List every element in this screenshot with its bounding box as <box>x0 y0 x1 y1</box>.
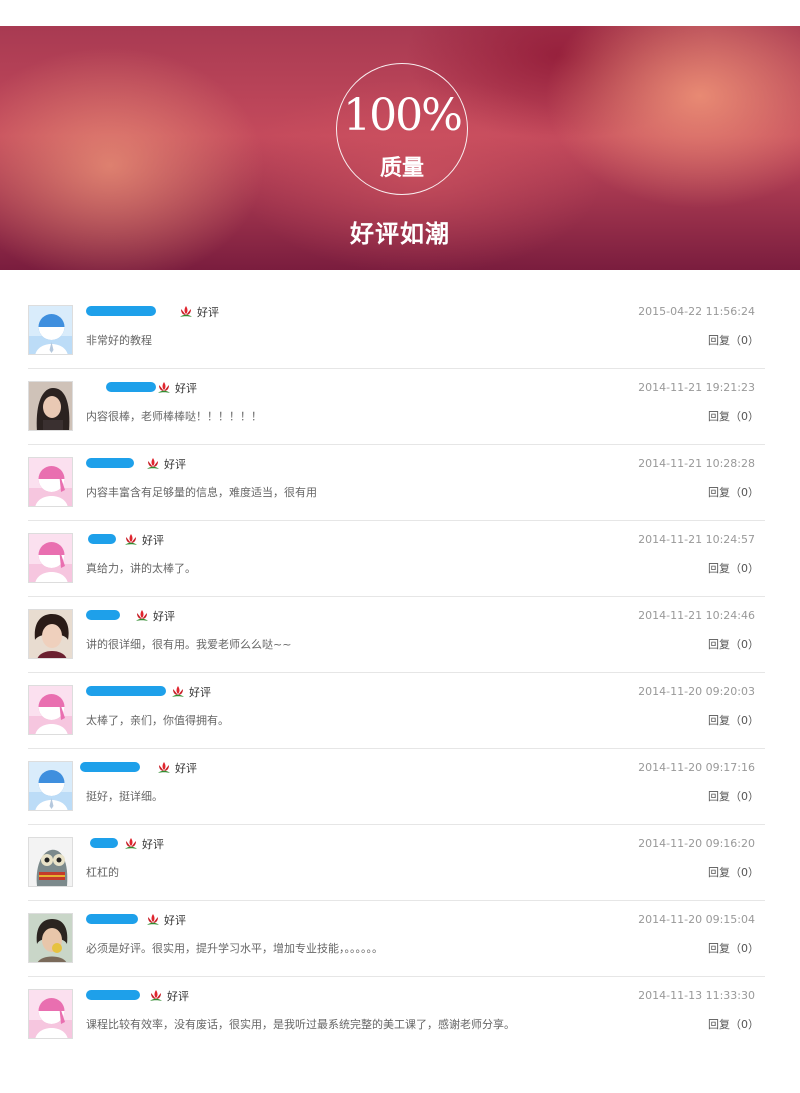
rating-label: 好评 <box>167 990 189 1003</box>
reply-link[interactable]: 回复（0） <box>708 1016 759 1032</box>
reply-link[interactable]: 回复（0） <box>708 332 759 348</box>
username-redacted <box>86 914 138 924</box>
review-comment: 课程比较有效率，没有废话，很实用，是我听过最系统完整的美工课了，感谢老师分享。 <box>86 1018 515 1031</box>
review-item: 好评 2014-11-20 09:17:16 挺好，挺详细。 回复（0） <box>28 749 765 825</box>
review-item: 好评 2014-11-13 11:33:30 课程比较有效率，没有废话，很实用，… <box>28 977 765 1052</box>
default-pink-avatar[interactable] <box>28 685 73 735</box>
rating-badge: 好评 <box>156 760 197 776</box>
review-item: 好评 2014-11-20 09:20:03 太棒了，亲们，你值得拥有。 回复（… <box>28 673 765 749</box>
reply-link[interactable]: 回复（0） <box>708 864 759 880</box>
review-time: 2014-11-13 11:33:30 <box>638 989 755 1002</box>
default-blue-avatar[interactable] <box>28 305 73 355</box>
rating-badge: 好评 <box>178 304 219 320</box>
review-comment: 必须是好评。很实用，提升学习水平，增加专业技能，。。。。。。 <box>86 942 383 955</box>
username-redacted <box>106 382 156 392</box>
review-comment: 非常好的教程 <box>86 334 152 347</box>
rating-label: 好评 <box>142 838 164 851</box>
rating-label: 好评 <box>164 914 186 927</box>
rating-label: 好评 <box>189 686 211 699</box>
review-comment: 内容很棒，老师棒棒哒！！！！！！ <box>86 410 262 423</box>
default-pink-avatar[interactable] <box>28 989 73 1039</box>
flower-icon <box>150 990 162 1001</box>
reply-link[interactable]: 回复（0） <box>708 636 759 652</box>
flower-icon <box>136 610 148 621</box>
rating-label: 好评 <box>153 610 175 623</box>
review-time: 2014-11-21 10:24:57 <box>638 533 755 546</box>
review-comment: 杠杠的 <box>86 866 119 879</box>
flower-icon <box>147 914 159 925</box>
reply-link[interactable]: 回复（0） <box>708 408 759 424</box>
slogan-text: 好评如潮 <box>350 219 450 248</box>
rating-badge: 好评 <box>123 532 164 548</box>
review-item: 好评 2014-11-21 10:24:57 真给力，讲的太棒了。 回复（0） <box>28 521 765 597</box>
flower-icon <box>158 762 170 773</box>
review-time: 2014-11-20 09:20:03 <box>638 685 755 698</box>
review-comment: 太棒了，亲们，你值得拥有。 <box>86 714 229 727</box>
rating-badge: 好评 <box>145 912 186 928</box>
rating-label: 好评 <box>164 458 186 471</box>
username-redacted <box>86 458 134 468</box>
review-time: 2014-11-20 09:17:16 <box>638 761 755 774</box>
rating-label: 好评 <box>197 306 219 319</box>
review-time: 2014-11-20 09:15:04 <box>638 913 755 926</box>
review-time: 2014-11-21 19:21:23 <box>638 381 755 394</box>
flower-icon <box>147 458 159 469</box>
rating-badge: 好评 <box>145 456 186 472</box>
review-comment: 内容丰富含有足够量的信息，难度适当，很有用 <box>86 486 317 499</box>
hero-banner: 100% 质量 好评如潮 <box>0 26 800 270</box>
review-comment: 挺好，挺详细。 <box>86 790 163 803</box>
rating-badge: 好评 <box>123 836 164 852</box>
flower-icon <box>180 306 192 317</box>
flower-icon <box>172 686 184 697</box>
review-time: 2014-11-21 10:28:28 <box>638 457 755 470</box>
reply-link[interactable]: 回复（0） <box>708 484 759 500</box>
rating-badge: 好评 <box>134 608 175 624</box>
default-blue-avatar[interactable] <box>28 761 73 811</box>
rating-label: 好评 <box>175 762 197 775</box>
username-redacted <box>86 990 140 1000</box>
quality-text: 质量 <box>379 155 424 181</box>
review-item: 好评 2014-11-21 19:21:23 内容很棒，老师棒棒哒！！！！！！ … <box>28 369 765 445</box>
username-redacted <box>86 610 120 620</box>
photo-avatar-woman-2[interactable] <box>28 913 73 963</box>
photo-avatar-cartoon[interactable] <box>28 837 73 887</box>
review-comment: 真给力，讲的太棒了。 <box>86 562 196 575</box>
rating-label: 好评 <box>142 534 164 547</box>
flower-icon <box>158 382 170 393</box>
review-item: 好评 2014-11-20 09:16:20 杠杠的 回复（0） <box>28 825 765 901</box>
percent-text: 100% <box>343 90 463 141</box>
reply-link[interactable]: 回复（0） <box>708 560 759 576</box>
review-item: 好评 2014-11-21 10:24:46 讲的很详细，很有用。我爱老师么么哒… <box>28 597 765 673</box>
username-redacted <box>80 762 140 772</box>
default-pink-avatar[interactable] <box>28 533 73 583</box>
flower-icon <box>125 838 137 849</box>
username-redacted <box>90 838 118 848</box>
review-comment: 讲的很详细，很有用。我爱老师么么哒~~ <box>86 638 292 651</box>
default-pink-avatar[interactable] <box>28 457 73 507</box>
review-item: 好评 2015-04-22 11:56:24 非常好的教程 回复（0） <box>28 293 765 369</box>
review-time: 2014-11-21 10:24:46 <box>638 609 755 622</box>
review-list: 好评 2015-04-22 11:56:24 非常好的教程 回复（0） 好评 2… <box>28 293 765 1052</box>
review-item: 好评 2014-11-21 10:28:28 内容丰富含有足够量的信息，难度适当… <box>28 445 765 521</box>
reply-link[interactable]: 回复（0） <box>708 940 759 956</box>
reply-link[interactable]: 回复（0） <box>708 788 759 804</box>
rating-badge: 好评 <box>148 988 189 1004</box>
photo-avatar-girl[interactable] <box>28 381 73 431</box>
username-redacted <box>86 306 156 316</box>
review-time: 2014-11-20 09:16:20 <box>638 837 755 850</box>
photo-avatar-woman[interactable] <box>28 609 73 659</box>
reply-link[interactable]: 回复（0） <box>708 712 759 728</box>
rating-badge: 好评 <box>156 380 197 396</box>
review-item: 好评 2014-11-20 09:15:04 必须是好评。很实用，提升学习水平，… <box>28 901 765 977</box>
username-redacted <box>88 534 116 544</box>
rating-label: 好评 <box>175 382 197 395</box>
quality-seal: 100% 质量 <box>336 63 468 195</box>
review-time: 2015-04-22 11:56:24 <box>638 305 755 318</box>
rating-badge: 好评 <box>170 684 211 700</box>
flower-icon <box>125 534 137 545</box>
username-redacted <box>86 686 166 696</box>
